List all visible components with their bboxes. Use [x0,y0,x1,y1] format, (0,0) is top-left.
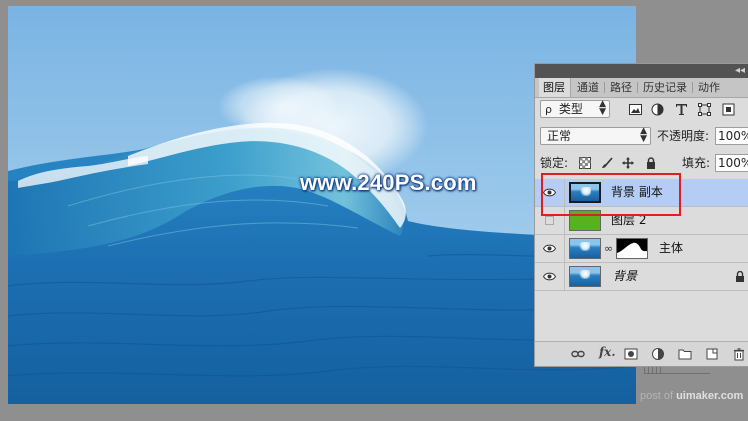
shape-filter-icon[interactable] [698,103,711,116]
visibility-toggle[interactable] [535,263,565,290]
blend-mode-value: 正常 [547,129,572,143]
tab-layers[interactable]: 图层 [539,78,571,97]
lock-position-move-icon[interactable] [622,157,634,169]
select-arrows-icon: ▲ ▼ [599,99,606,117]
delete-layer-trash-icon[interactable] [732,347,746,361]
select-arrows-icon: ▲ ▼ [640,126,647,144]
link-layers-icon[interactable] [571,347,585,361]
tab-actions[interactable]: 动作 [694,78,726,97]
layer-thumbnail[interactable] [569,238,601,259]
hidden-visibility-box [545,216,554,225]
mask-shape [617,242,647,258]
lock-image-pixels-brush-icon[interactable] [601,157,613,169]
add-mask-icon[interactable] [624,347,638,361]
panel-tabs: 图层 通道 路径 历史记录 动作 [535,78,748,98]
image-filter-icon[interactable] [629,103,642,116]
new-adjustment-layer-icon[interactable] [651,347,665,361]
corner-watermark-prefix: post of [640,390,677,402]
layer-kind-filter[interactable]: ρ 类型 ▲ ▼ [540,100,610,118]
tab-paths[interactable]: 路径 [606,78,636,97]
adjustment-filter-icon[interactable] [651,103,664,116]
layer-kind-value: 类型 [558,102,583,116]
corner-watermark-site: uimaker.com [676,390,744,402]
tab-divider [692,82,693,93]
tab-divider [637,82,638,93]
new-group-folder-icon[interactable] [678,347,692,361]
canvas-scrollbar-stub [644,366,710,374]
lock-label: 锁定: [540,156,569,170]
collapse-icon[interactable]: ◂◂ [735,65,745,77]
type-filter-icon[interactable] [675,103,688,116]
layer-filter-row: ρ 类型 ▲ ▼ [535,98,748,122]
fill-label: 填充: [682,156,711,170]
eye-icon [543,244,556,253]
mask-link-chain-icon[interactable]: ∞ [604,242,613,255]
layer-name[interactable]: 背景 [613,263,637,290]
lock-all-icon[interactable] [645,157,657,169]
layers-bottom-toolbar: fx. [535,341,748,366]
tab-history[interactable]: 历史记录 [639,78,691,97]
corner-watermark: post of uimaker.com [640,390,743,402]
highlight-annotation-box [541,173,681,216]
visibility-toggle[interactable] [535,235,565,262]
tab-divider [604,82,605,93]
add-layer-style-fx-button[interactable]: fx. [599,345,616,359]
tab-channels[interactable]: 通道 [573,78,603,97]
lock-transparent-pixels-icon[interactable] [579,157,591,169]
search-icon: ρ [545,103,552,116]
fill-input[interactable]: 100% [715,154,748,172]
layer-row-background[interactable]: 背景 [535,263,748,291]
site-watermark: www.240PS.com [300,170,477,195]
layer-name[interactable]: 主体 [659,235,683,262]
opacity-input[interactable]: 100% [715,127,748,145]
blend-opacity-row: 正常 ▲▼ 不透明度: 100% [535,124,748,148]
blend-mode-select[interactable]: 正常 ▲ ▼ [540,127,651,145]
smart-object-filter-icon[interactable] [722,103,735,116]
layer-row-subject[interactable]: ∞ 主体 [535,235,748,263]
new-layer-icon[interactable] [705,347,719,361]
layer-mask-thumbnail[interactable] [616,238,648,259]
eye-icon [543,272,556,281]
layer-thumbnail[interactable] [569,266,601,287]
panel-title-bar[interactable]: ◂◂ [535,64,748,78]
layer-lock-icon [736,271,744,282]
opacity-label: 不透明度: [657,129,710,143]
